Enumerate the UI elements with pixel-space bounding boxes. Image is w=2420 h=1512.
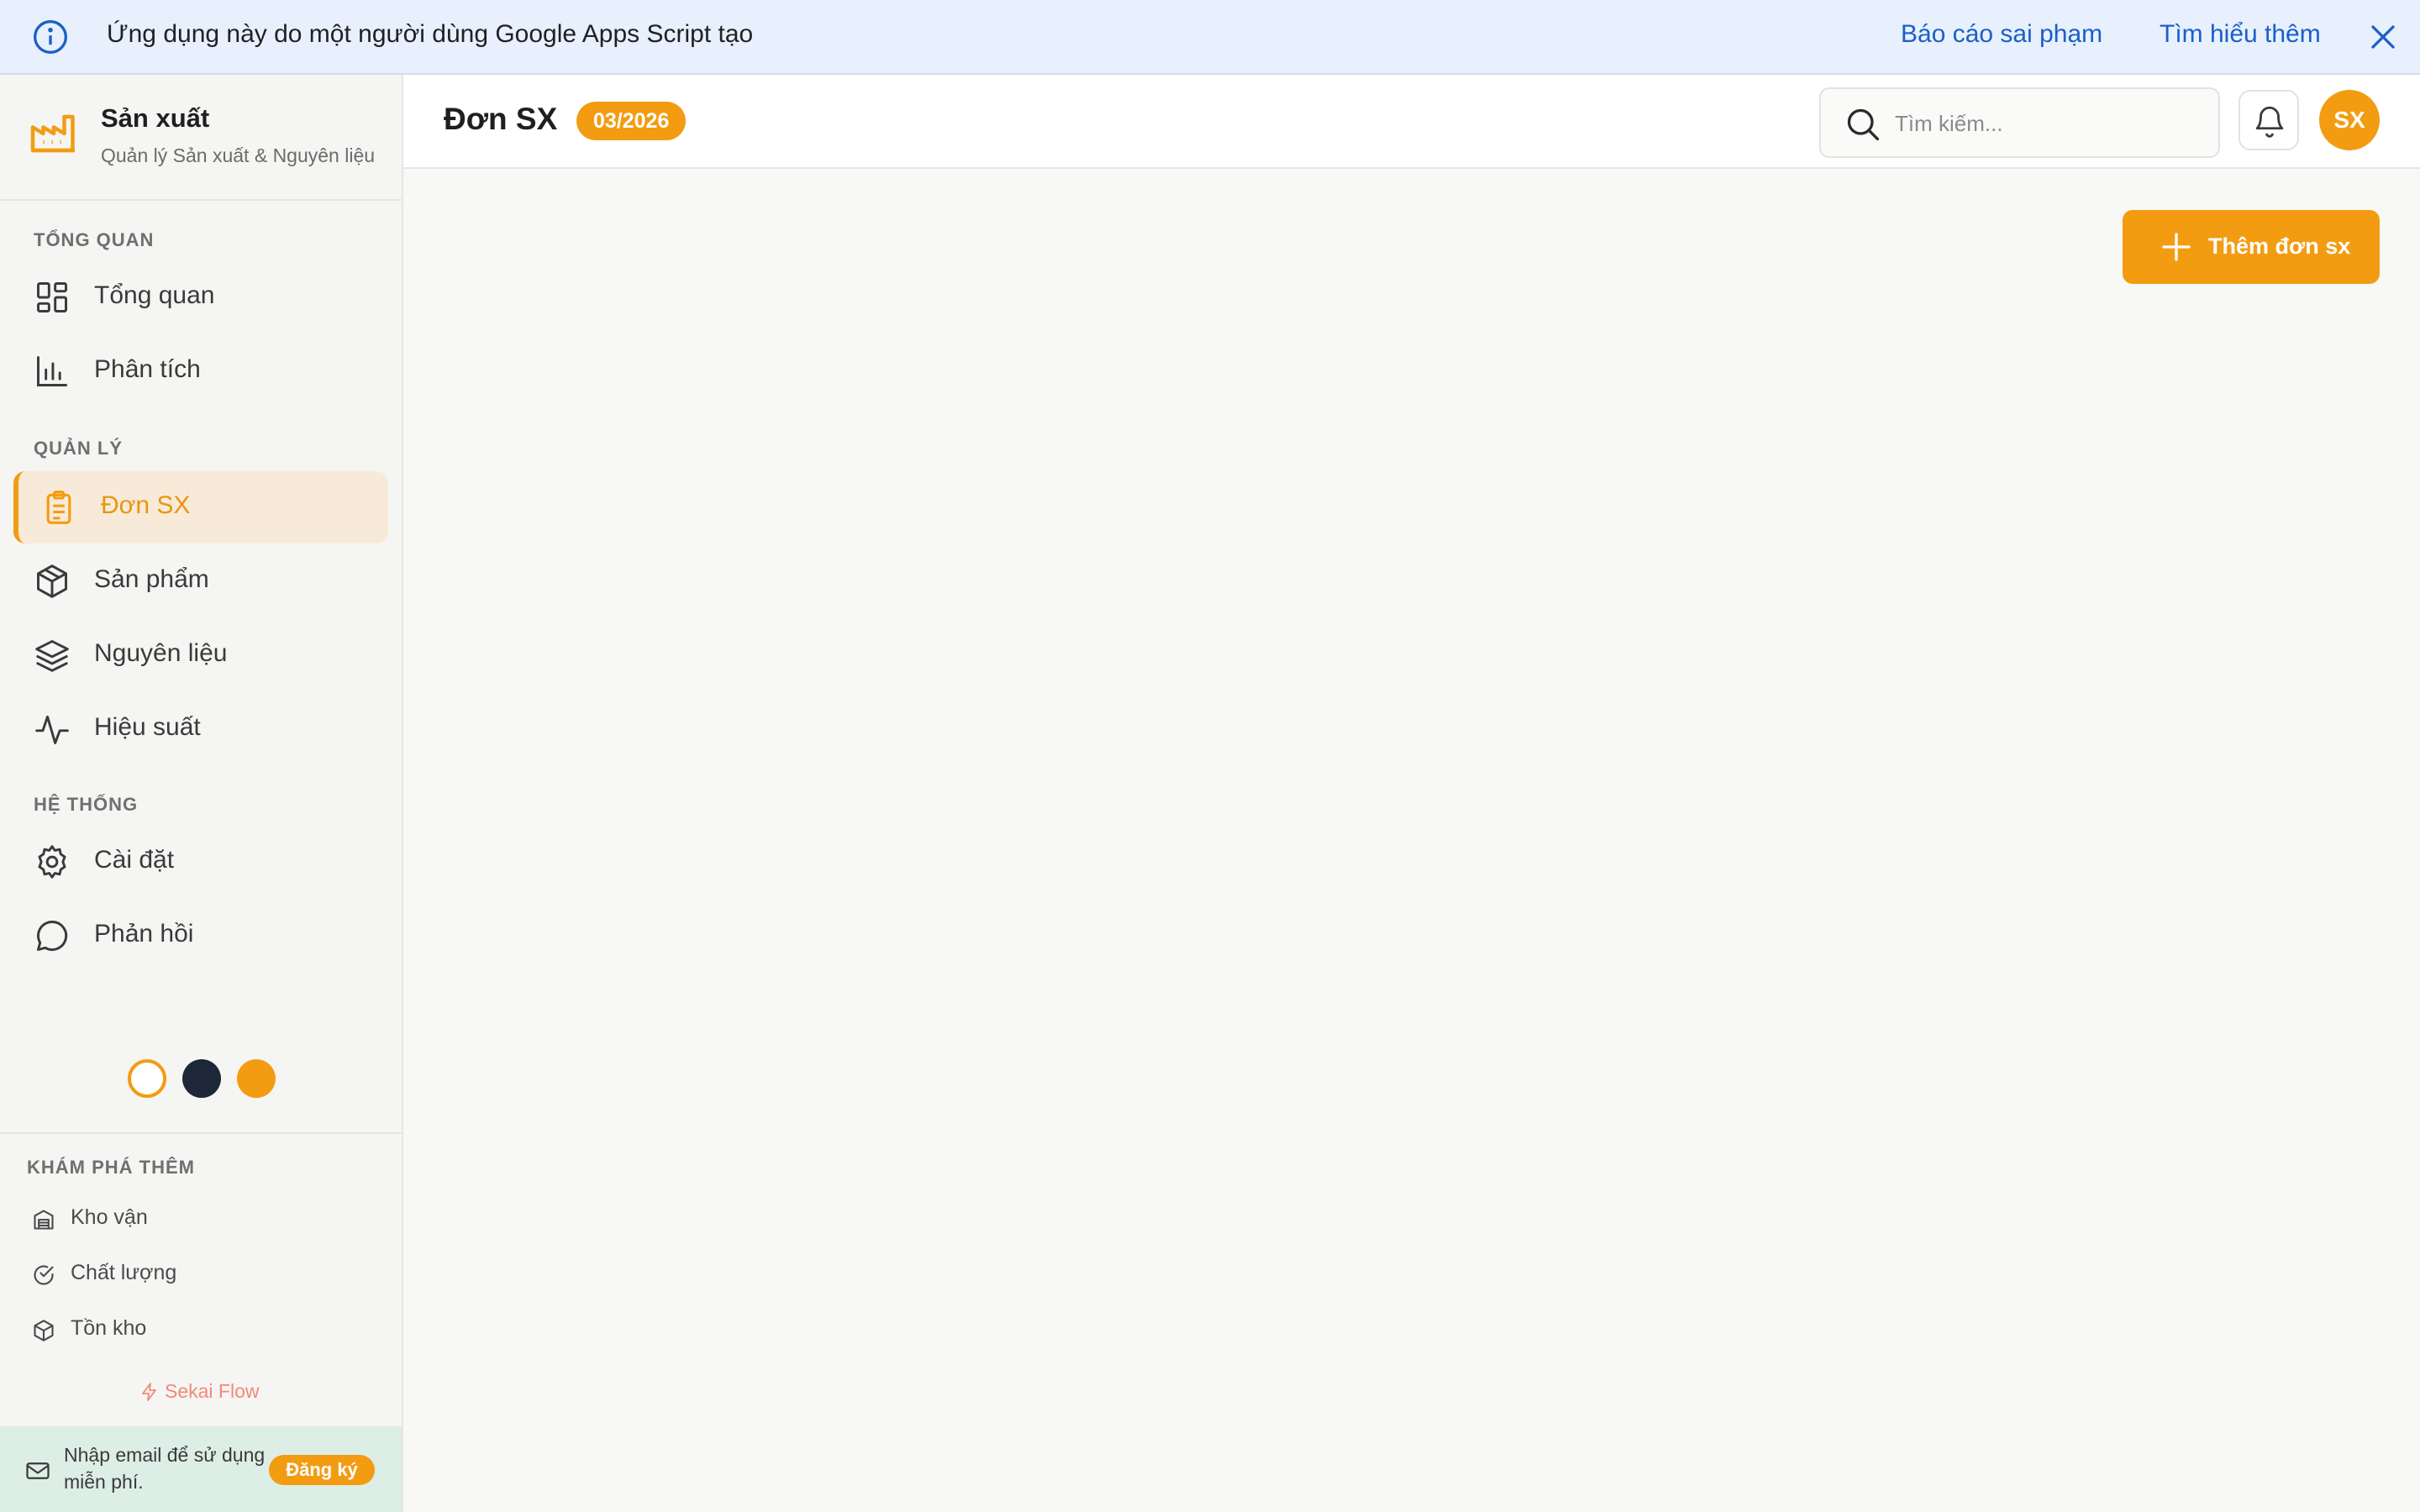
report-abuse-link[interactable]: Báo cáo sai phạm: [1901, 20, 2102, 49]
sidebar-item-products[interactable]: Sản phẩm: [13, 545, 388, 617]
package-icon: [34, 1320, 54, 1341]
brand-block: Sản xuất Quản lý Sản xuất & Nguyên liệu: [0, 75, 402, 201]
sidebar-item-feedback[interactable]: Phản hồi: [13, 900, 388, 972]
sidebar-item-label: Phân tích: [94, 355, 201, 383]
theme-light-swatch[interactable]: [128, 1059, 166, 1098]
check-circle-icon: [34, 1265, 54, 1285]
theme-orange-swatch[interactable]: [237, 1059, 276, 1098]
factory-icon: [30, 114, 75, 153]
activity-icon: [35, 715, 69, 744]
warehouse-icon: [34, 1210, 54, 1230]
page-header: Đơn SX 03/2026 SX: [403, 75, 2420, 169]
sidebar-item-materials[interactable]: Nguyên liệu: [13, 619, 388, 691]
section-label-management: QUẢN LÝ: [34, 438, 123, 459]
grid-icon: [37, 282, 67, 312]
bell-icon: [2255, 106, 2284, 138]
lightning-icon: [142, 1382, 156, 1401]
sidebar-item-label: Tổng quan: [94, 281, 215, 309]
page-title: Đơn SX: [444, 102, 558, 136]
gas-banner: Ứng dụng này do một người dùng Google Ap…: [0, 0, 2420, 75]
box-icon: [37, 564, 67, 598]
theme-dark-swatch[interactable]: [182, 1059, 221, 1098]
sidebar-item-label: Phản hồi: [94, 920, 194, 948]
powered-by-label: Sekai Flow: [165, 1380, 260, 1402]
clipboard-icon: [46, 491, 71, 524]
section-label-overview: TỔNG QUAN: [34, 229, 155, 250]
sidebar-item-label: Sản phẩm: [94, 565, 209, 593]
avatar[interactable]: SX: [2319, 90, 2380, 150]
sidebar-item-analytics[interactable]: Phân tích: [13, 335, 388, 407]
section-label-explore: KHÁM PHÁ THÊM: [27, 1157, 195, 1178]
search-box[interactable]: [1819, 87, 2220, 158]
explore-item-label: Kho vận: [71, 1205, 148, 1229]
sidebar-item-label: Cài đặt: [94, 846, 175, 874]
sidebar-item-performance[interactable]: Hiệu suất: [13, 693, 388, 765]
add-production-order-button[interactable]: Thêm đơn sx: [2123, 210, 2380, 284]
divider: [0, 1132, 402, 1134]
signup-bar: Nhập email để sử dụng miễn phí. Đăng ký: [0, 1426, 402, 1512]
sidebar-item-label: Nguyên liệu: [94, 639, 228, 667]
sidebar-item-settings[interactable]: Cài đặt: [13, 826, 388, 898]
signup-text: Nhập email để sử dụng miễn phí.: [64, 1444, 266, 1493]
brand-subtitle: Quản lý Sản xuất & Nguyên liệu: [101, 144, 376, 166]
brand-name: Sản xuất: [101, 103, 210, 133]
banner-message: Ứng dụng này do một người dùng Google Ap…: [107, 20, 754, 48]
notifications-button[interactable]: [2238, 90, 2299, 150]
plus-icon: [2162, 233, 2191, 261]
chat-bubble-icon: [37, 921, 68, 951]
sidebar-item-label: Hiệu suất: [94, 713, 201, 741]
search-input[interactable]: [1895, 104, 2197, 143]
learn-more-link[interactable]: Tìm hiểu thêm: [2160, 20, 2321, 49]
gear-icon: [38, 845, 66, 879]
sidebar-item-overview[interactable]: Tổng quan: [13, 261, 388, 333]
powered-by[interactable]: Sekai Flow: [139, 1380, 259, 1403]
sidebar-item-label: Đơn SX: [101, 491, 191, 519]
mail-icon: [26, 1462, 50, 1479]
sidebar: Sản xuất Quản lý Sản xuất & Nguyên liệu …: [0, 75, 403, 1512]
bar-chart-icon: [37, 356, 67, 386]
info-icon: [34, 20, 67, 54]
section-label-system: HỆ THỐNG: [34, 794, 139, 815]
explore-item-label: Chất lượng: [71, 1261, 177, 1284]
explore-item-label: Tồn kho: [71, 1316, 147, 1340]
sidebar-item-production-orders[interactable]: Đơn SX: [13, 471, 388, 543]
signup-button[interactable]: Đăng ký: [269, 1455, 375, 1485]
period-badge[interactable]: 03/2026: [576, 102, 687, 140]
layers-icon: [35, 640, 69, 672]
search-icon: [1847, 108, 1880, 141]
add-button-label: Thêm đơn sx: [2208, 234, 2351, 259]
close-icon[interactable]: [2368, 22, 2398, 52]
